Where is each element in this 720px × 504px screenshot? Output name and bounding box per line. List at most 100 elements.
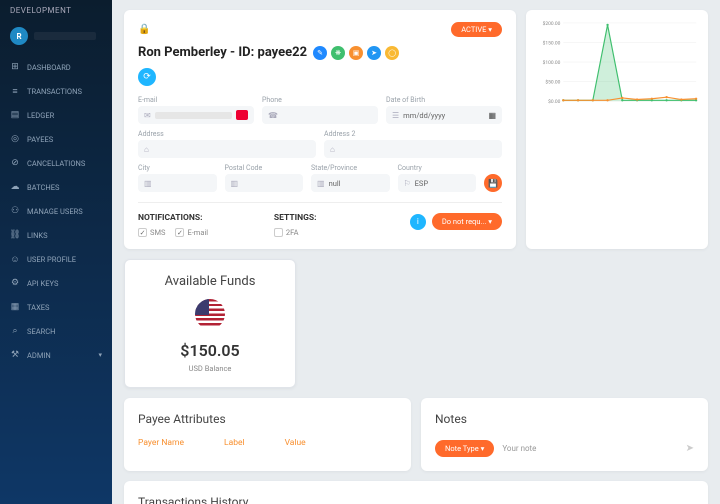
sidebar-item-api-keys[interactable]: ⚙API KEYS (0, 271, 112, 295)
nav-label: API KEYS (27, 279, 58, 288)
sidebar-item-batches[interactable]: ☁ BATCHES (0, 175, 112, 199)
home-icon: ⌂ (144, 145, 149, 154)
state-field[interactable]: ▥null (311, 174, 390, 192)
notifications-title: NOTIFICATIONS: (138, 213, 244, 223)
note-type-button[interactable]: Note Type ▾ (435, 440, 494, 457)
address-label: Address (138, 130, 316, 138)
attrs-title: Payee Attributes (138, 412, 397, 426)
funds-card: Available Funds $150.05 USD Balance (124, 259, 296, 388)
sidebar-item-payees[interactable]: ◎PAYEES (0, 127, 112, 151)
nav-label: BATCHES (27, 183, 59, 192)
main-content: 🔒 ACTIVE ▾ Ron Pemberley - ID: payee22 ✎… (112, 0, 720, 504)
svg-text:$0.00: $0.00 (548, 98, 561, 105)
payee-attributes-card: Payee Attributes Payer Name Label Value (124, 398, 411, 471)
postal-field[interactable]: ▥ (225, 174, 304, 192)
svg-text:$150.00: $150.00 (543, 39, 561, 46)
edit-icon[interactable]: ✎ (313, 46, 327, 60)
nav: ⊞ DASHBOARD ≡TRANSACTIONS▤LEDGER◎PAYEES⊘CA… (0, 55, 112, 367)
email-checkbox[interactable]: E-mail (175, 228, 208, 237)
city-label: City (138, 164, 217, 172)
transactions-card: Transactions History (124, 481, 708, 504)
funds-title: Available Funds (139, 274, 281, 289)
avatar: R (10, 27, 28, 45)
attrs-col: Payer Name (138, 438, 184, 448)
save-button[interactable]: 💾 (484, 174, 502, 192)
do-not-request-button[interactable]: Do not requ... ▾ (432, 213, 502, 230)
chart-card: $0.00$50.00$100.00$150.00$200.00 (526, 10, 708, 249)
payee-name-id: Ron Pemberley - ID: payee22 (138, 45, 307, 60)
sidebar-user[interactable]: R (0, 21, 112, 51)
sidebar-item-dashboard[interactable]: ⊞ DASHBOARD (0, 55, 112, 79)
address2-field[interactable]: ⌂ (324, 140, 502, 158)
email-redacted (155, 112, 232, 119)
info-button[interactable]: i (410, 214, 426, 230)
home-icon: ⌂ (330, 145, 335, 154)
dob-field[interactable]: ☰mm/dd/yyyy▦ (386, 106, 502, 124)
nav-label: ADMIN (27, 351, 51, 360)
sidebar: DEVELOPMENT R ⊞ DASHBOARD ≡TRANSACTIONS▤LE… (0, 0, 112, 504)
action-orange-icon[interactable]: ▣ (349, 46, 363, 60)
state-label: State/Province (311, 164, 390, 172)
sidebar-item-cancellations[interactable]: ⊘CANCELLATIONS (0, 151, 112, 175)
tx-title: Transactions History (138, 495, 694, 504)
address2-label: Address 2 (324, 130, 502, 138)
sidebar-item-links[interactable]: ⛓LINKS (0, 223, 112, 247)
country-field[interactable]: ⚐ESP (398, 174, 477, 192)
note-input[interactable]: Your note (502, 444, 677, 453)
settings-title: SETTINGS: (274, 213, 380, 223)
line-chart: $0.00$50.00$100.00$150.00$200.00 (534, 18, 700, 108)
funds-subtitle: USD Balance (139, 364, 281, 373)
twofa-checkbox[interactable]: 2FA (274, 228, 299, 237)
usa-flag-icon (195, 299, 225, 329)
email-label: E-mail (138, 96, 254, 104)
sidebar-item-user-profile[interactable]: ☺ USER PROFILE (0, 247, 112, 271)
calendar-icon: ☰ (392, 111, 399, 120)
profile-card: 🔒 ACTIVE ▾ Ron Pemberley - ID: payee22 ✎… (124, 10, 516, 249)
phone-field[interactable]: ☎ (262, 106, 378, 124)
nav-icon: ☺ (10, 254, 20, 264)
email-badge-icon (236, 110, 248, 120)
phone-label: Phone (262, 96, 378, 104)
nav-label: LEDGER (27, 111, 54, 120)
dob-label: Date of Birth (386, 96, 502, 104)
send-note-icon[interactable]: ➤ (686, 443, 694, 454)
sidebar-item-admin[interactable]: ⚒ ADMIN (0, 343, 112, 367)
sidebar-item-taxes[interactable]: ▦TAXES (0, 295, 112, 319)
email-field[interactable]: ✉ (138, 106, 254, 124)
nav-label: USER PROFILE (27, 255, 76, 264)
nav-icon: ⚒ (10, 350, 20, 360)
lock-icon: 🔒 (138, 24, 150, 35)
svg-text:$100.00: $100.00 (543, 59, 561, 66)
date-picker-icon[interactable]: ▦ (488, 111, 496, 120)
action-green-icon[interactable]: ❋ (331, 46, 345, 60)
nav-icon: ⊞ (10, 62, 20, 72)
city-field[interactable]: ▥ (138, 174, 217, 192)
address-field[interactable]: ⌂ (138, 140, 316, 158)
postal-label: Postal Code (225, 164, 304, 172)
sidebar-title: DEVELOPMENT (0, 0, 112, 21)
building-icon: ▥ (144, 179, 152, 188)
nav-icon: ☁ (10, 182, 20, 192)
nav-label: LINKS (27, 231, 48, 240)
mail-icon: ✉ (144, 111, 151, 120)
sms-checkbox[interactable]: SMS (138, 228, 165, 237)
sidebar-item-manage-users[interactable]: ⚇MANAGE USERS (0, 199, 112, 223)
attrs-col: Value (285, 438, 306, 448)
sidebar-item-search[interactable]: ⌕SEARCH (0, 319, 112, 343)
refresh-button[interactable]: ⟳ (138, 68, 156, 86)
divider (138, 202, 502, 203)
funds-amount: $150.05 (139, 341, 281, 360)
building-icon: ▥ (231, 179, 239, 188)
action-yellow-icon[interactable]: ◯ (385, 46, 399, 60)
phone-icon: ☎ (268, 111, 278, 120)
nav-icon: ⚇ (10, 206, 20, 216)
building-icon: ▥ (317, 179, 325, 188)
sidebar-item-transactions[interactable]: ≡TRANSACTIONS (0, 79, 112, 103)
nav-label: DASHBOARD (27, 63, 71, 72)
nav-icon: ◎ (10, 134, 20, 144)
attrs-col: Label (224, 438, 245, 448)
sidebar-item-ledger[interactable]: ▤LEDGER (0, 103, 112, 127)
send-icon[interactable]: ➤ (367, 46, 381, 60)
status-badge[interactable]: ACTIVE ▾ (451, 22, 502, 37)
nav-label: TRANSACTIONS (27, 87, 82, 96)
